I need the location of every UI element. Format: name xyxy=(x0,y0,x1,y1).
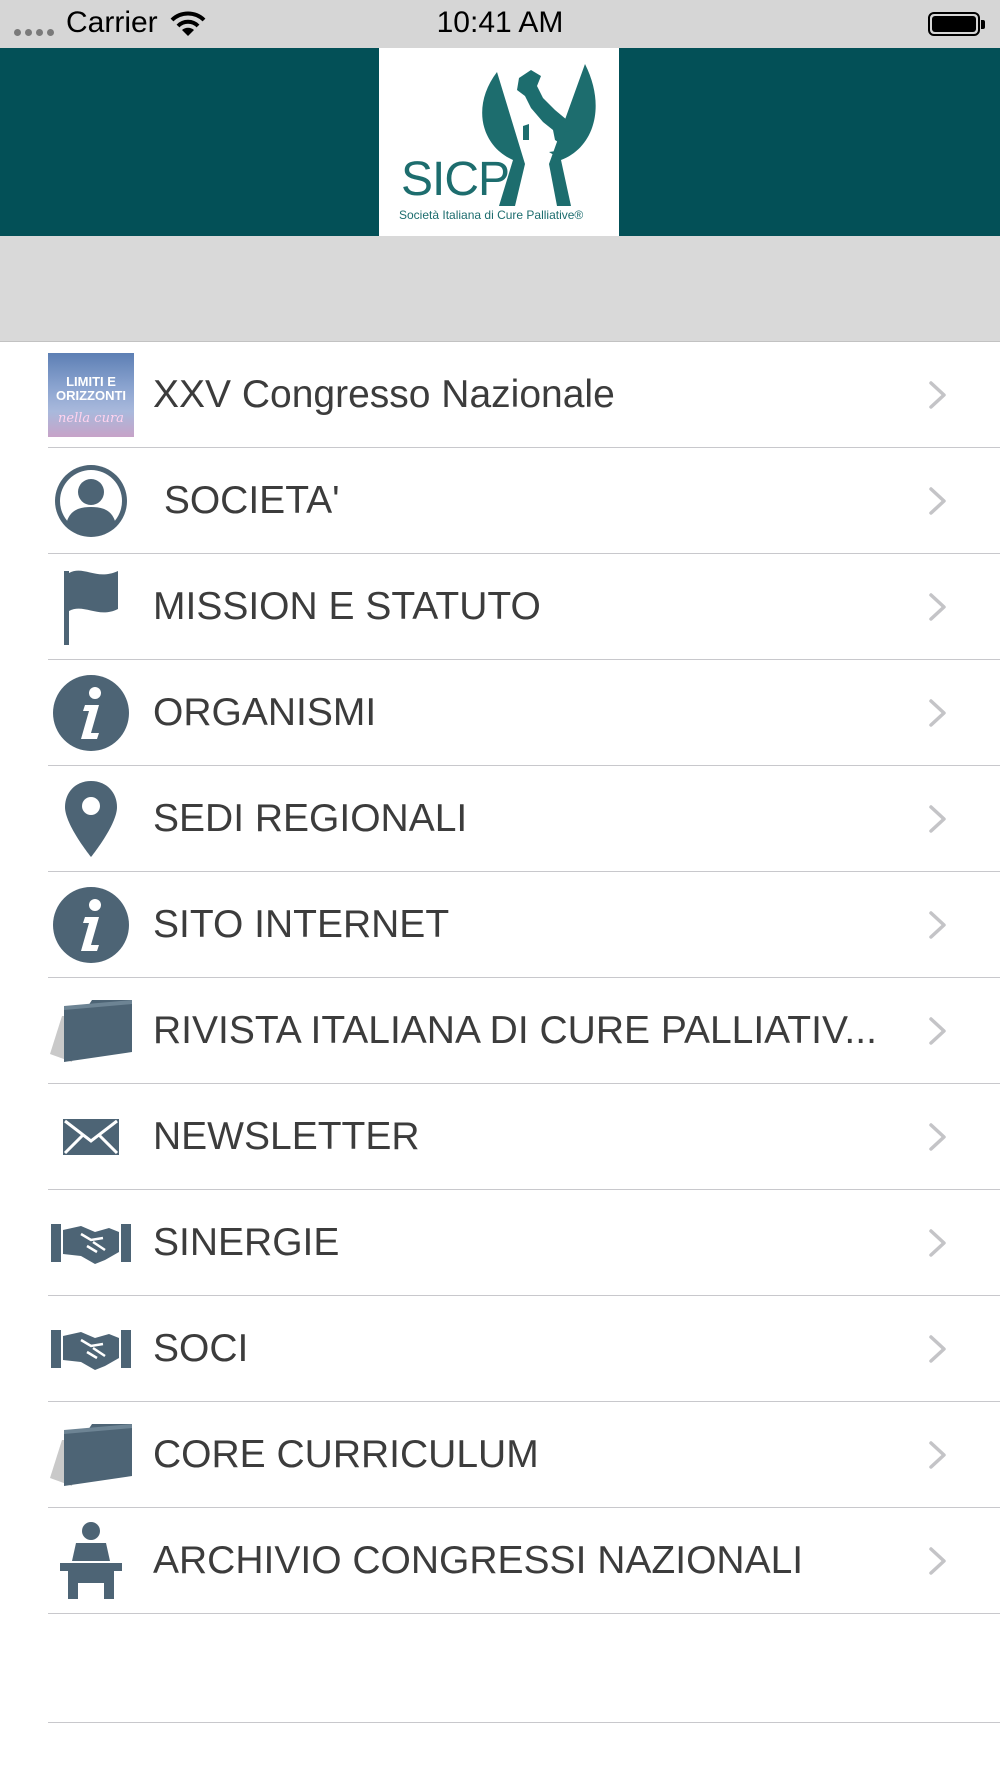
folder-icon xyxy=(48,1413,134,1497)
menu-item-newsletter[interactable]: NEWSLETTER xyxy=(0,1084,1000,1190)
congress-banner-title: LIMITI E ORIZZONTI xyxy=(55,374,127,403)
map-pin-icon xyxy=(48,777,134,861)
logo-subtitle: Società Italiana di Cure Palliative® xyxy=(399,208,584,222)
person-icon xyxy=(48,459,134,543)
chevron-right-icon xyxy=(929,1547,946,1575)
chevron-right-icon xyxy=(929,1017,946,1045)
status-time: 10:41 AM xyxy=(436,6,564,39)
congress-banner-subtitle: nella cura xyxy=(58,411,124,426)
menu-item-archivio-congressi[interactable]: ARCHIVIO CONGRESSI NAZIONALI xyxy=(0,1508,1000,1614)
app-header: SICP Società Italiana di Cure Palliative… xyxy=(0,48,1000,236)
menu-item-label: ORGANISMI xyxy=(153,691,377,734)
menu-item-organismi[interactable]: ORGANISMI xyxy=(0,660,1000,766)
header-spacer-band xyxy=(0,236,1000,342)
chevron-right-icon xyxy=(929,699,946,727)
congress-banner-image: LIMITI E ORIZZONTI nella cura xyxy=(48,353,134,437)
folder-icon xyxy=(48,989,134,1073)
menu-item-label: NEWSLETTER xyxy=(153,1115,420,1158)
battery-icon xyxy=(928,12,985,36)
menu-item-label: SOCIETA' xyxy=(153,479,340,522)
info-icon xyxy=(48,883,134,967)
menu-item-label: ARCHIVIO CONGRESSI NAZIONALI xyxy=(153,1539,804,1582)
menu-item-sinergie[interactable]: SINERGIE xyxy=(0,1190,1000,1296)
menu-item-label: MISSION E STATUTO xyxy=(153,585,541,628)
menu-item-core-curriculum[interactable]: CORE CURRICULUM xyxy=(0,1402,1000,1508)
envelope-icon xyxy=(48,1095,134,1179)
menu-item-congresso[interactable]: LIMITI E ORIZZONTI nella cura XXV Congre… xyxy=(0,342,1000,448)
chevron-right-icon xyxy=(929,1441,946,1469)
logo-name: SICP xyxy=(401,153,510,206)
info-icon xyxy=(48,671,134,755)
menu-item-mission-statuto[interactable]: MISSION E STATUTO xyxy=(0,554,1000,660)
main-menu-list: LIMITI E ORIZZONTI nella cura XXV Congre… xyxy=(0,342,1000,1614)
menu-item-label: XXV Congresso Nazionale xyxy=(153,373,615,416)
chevron-right-icon xyxy=(929,381,946,409)
flag-icon xyxy=(48,565,134,649)
menu-item-label: CORE CURRICULUM xyxy=(153,1433,539,1476)
handshake-icon xyxy=(48,1201,134,1285)
chevron-right-icon xyxy=(929,593,946,621)
menu-item-label: SEDI REGIONALI xyxy=(153,797,468,840)
list-bottom-divider xyxy=(48,1722,1000,1723)
menu-item-label: RIVISTA ITALIANA DI CURE PALLIATIV... xyxy=(153,1009,877,1052)
menu-item-sito-internet[interactable]: SITO INTERNET xyxy=(0,872,1000,978)
speaker-podium-icon xyxy=(48,1519,134,1603)
chevron-right-icon xyxy=(929,805,946,833)
menu-item-label: SINERGIE xyxy=(153,1221,340,1264)
handshake-icon xyxy=(48,1307,134,1391)
menu-item-label: SOCI xyxy=(153,1327,249,1370)
chevron-right-icon xyxy=(929,911,946,939)
chevron-right-icon xyxy=(929,1123,946,1151)
menu-item-rivista[interactable]: RIVISTA ITALIANA DI CURE PALLIATIV... xyxy=(0,978,1000,1084)
chevron-right-icon xyxy=(929,1229,946,1257)
sicp-logo: SICP Società Italiana di Cure Palliative… xyxy=(379,48,619,236)
menu-item-label: SITO INTERNET xyxy=(153,903,450,946)
menu-item-societa[interactable]: SOCIETA' xyxy=(0,448,1000,554)
menu-item-sedi-regionali[interactable]: SEDI REGIONALI xyxy=(0,766,1000,872)
menu-item-soci[interactable]: SOCI xyxy=(0,1296,1000,1402)
status-bar: Carrier 10:41 AM xyxy=(0,0,1000,48)
chevron-right-icon xyxy=(929,1335,946,1363)
chevron-right-icon xyxy=(929,487,946,515)
